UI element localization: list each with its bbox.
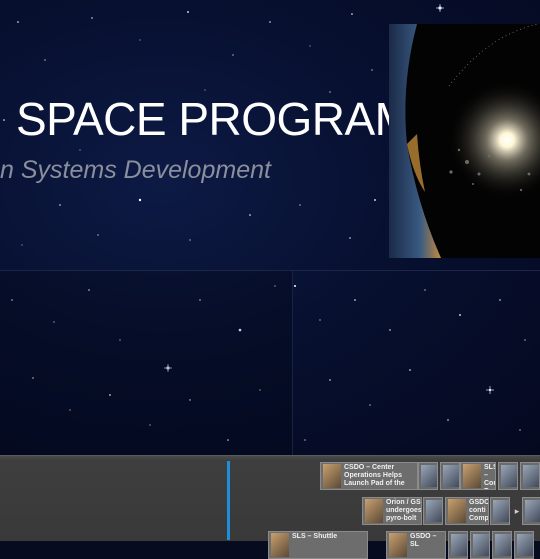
timeline-clip[interactable] — [520, 462, 540, 490]
clip-label: CSDO – Center Operations Helps Launch Pa… — [344, 464, 405, 487]
timeline-clip[interactable]: SLS – Shuttle — [268, 531, 368, 559]
timeline-clip[interactable]: SLS – Conti Prepa — [460, 462, 496, 490]
clip-thumbnail — [448, 499, 466, 523]
timeline-clip[interactable] — [498, 462, 518, 490]
slide-title: SPACE PROGRAM — [16, 93, 413, 145]
clip-thumbnail — [323, 464, 341, 488]
hero-image — [389, 24, 540, 258]
timeline-clip[interactable] — [514, 531, 534, 559]
timeline-clip[interactable] — [448, 531, 468, 559]
timeline-clip[interactable]: GSDO – SL — [386, 531, 446, 559]
timeline-clip[interactable] — [522, 497, 540, 525]
timeline-clip[interactable] — [492, 531, 512, 559]
timeline-clip[interactable] — [440, 462, 460, 490]
timeline-clip[interactable] — [490, 497, 510, 525]
panel-divider-vertical — [292, 271, 293, 455]
clip-thumbnail — [389, 533, 407, 557]
timeline-clip[interactable] — [423, 497, 443, 525]
planet-asteroid-illustration — [389, 24, 540, 258]
clip-thumbnail — [271, 533, 289, 557]
clip-thumbnail — [365, 499, 383, 523]
clip-thumbnail — [463, 464, 481, 488]
timeline-clip[interactable]: Orion / GS undergoes pyro-bolt — [362, 497, 422, 525]
clip-label: SLS – Conti Prepa — [484, 464, 495, 489]
space-background: SPACE PROGRAM n Systems Development — [0, 0, 540, 455]
slide-subtitle: n Systems Development — [0, 156, 271, 184]
timeline-playhead[interactable] — [227, 461, 230, 540]
clip-label: Orion / GS undergoes pyro-bolt — [386, 499, 421, 522]
chevron-right-icon[interactable]: ▸ — [512, 497, 522, 525]
timeline-clip[interactable] — [418, 462, 438, 490]
clip-label: GSDO – SL — [410, 533, 437, 548]
timeline-clip[interactable]: CSDO – Center Operations Helps Launch Pa… — [320, 462, 418, 490]
timeline-clip[interactable]: GSDO conti Comp — [445, 497, 489, 525]
clip-label: GSDO conti Comp — [469, 499, 488, 522]
timeline-clip[interactable] — [470, 531, 490, 559]
slide-panel — [0, 271, 292, 455]
